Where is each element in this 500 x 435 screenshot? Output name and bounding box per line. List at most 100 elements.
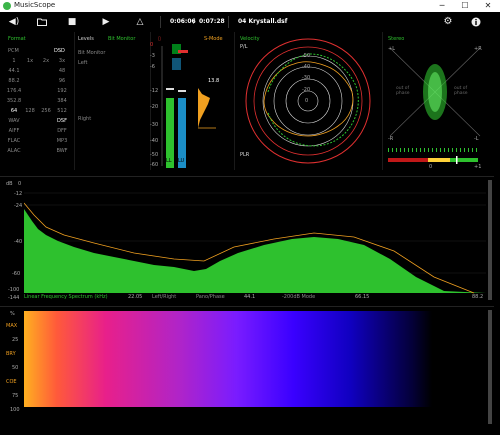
format-cell: WAV xyxy=(8,118,20,124)
spectrum-db-mode[interactable]: -200dB Mode xyxy=(282,294,315,300)
levels-panel: Levels Bit Monitor Bit Monitor Left Righ… xyxy=(74,32,151,170)
spectrum-y-144: -144 xyxy=(8,295,20,301)
correlation-bar-neg xyxy=(388,158,428,162)
format-row: WAV DSF xyxy=(4,118,76,127)
format-cell: 44.1 xyxy=(8,68,20,74)
format-cell: 96 xyxy=(58,78,66,84)
stereo-minus-l: -L xyxy=(474,136,479,142)
spectrum-mode[interactable]: Linear Frequency Spectrum (kHz) xyxy=(24,294,108,300)
meter-scale-6: -6 xyxy=(150,64,155,70)
stereo-panel: Stereo +L +R -R -L out of phase out of p… xyxy=(382,32,492,170)
meter-scale-20: -20 xyxy=(150,104,159,110)
spectrum-scrollbar[interactable] xyxy=(488,180,492,300)
velocity-panel: Velocity P/L PLR 0 -20 -30 -40 -50 xyxy=(234,32,383,170)
format-cell: 512 xyxy=(57,108,67,114)
format-dsd: DSD xyxy=(54,48,65,54)
spectrum-x-22: 22.05 xyxy=(128,294,143,300)
levels-mode[interactable]: Bit Monitor xyxy=(108,36,135,42)
toolbar: ◀) ■ ▶ △ 0:06:06 / 0:07:28 04 Krystall.d… xyxy=(0,12,500,32)
folder-icon[interactable] xyxy=(36,16,48,28)
close-button[interactable]: ✕ xyxy=(478,0,498,12)
format-cell: 176.4 xyxy=(6,88,22,94)
window-title: MusicScope xyxy=(14,1,56,9)
spectrum-y-12: -12 xyxy=(14,191,23,197)
sonogram-y-25: 25 xyxy=(12,337,19,343)
stereo-minus-r: -R xyxy=(388,136,394,142)
format-row: 44.1 48 xyxy=(4,68,76,77)
format-cell: ALAC xyxy=(7,148,21,154)
meter-scale-60: -60 xyxy=(150,162,159,168)
format-title: Format xyxy=(8,36,26,42)
format-row: 1 1x 2x 3x xyxy=(4,58,76,67)
format-cell: DFF xyxy=(57,128,67,134)
velocity-trace-orange xyxy=(263,61,354,137)
spectrum-pano-phase[interactable]: Pano/Phase xyxy=(196,294,225,300)
correlation-bar-pos xyxy=(450,158,478,162)
meter-scale-3: -3 xyxy=(150,53,155,59)
stop-icon[interactable]: ■ xyxy=(66,16,78,28)
spectrum-y-0: 0 xyxy=(18,181,22,187)
peak-mark-l xyxy=(166,88,174,90)
format-cell: DSF xyxy=(57,118,67,124)
meter-scale-40: -40 xyxy=(150,138,159,144)
play-icon[interactable]: ▶ xyxy=(100,16,112,28)
sonogram-y-coe: COE xyxy=(6,379,17,385)
stereo-out-of-phase-right: out of phase xyxy=(454,86,468,96)
info-icon[interactable] xyxy=(470,16,482,28)
spectrum-panel: dB 0 -12 -24 -40 -60 -100 -144 22.05 44.… xyxy=(0,176,494,305)
format-row: FLAC MP3 xyxy=(4,138,76,147)
title-bar: MusicScope ─ ☐ ✕ xyxy=(0,0,500,12)
maximize-button[interactable]: ☐ xyxy=(455,0,475,12)
meter-scale-50: -50 xyxy=(150,152,159,158)
spectrum-left-right[interactable]: Left/Right xyxy=(152,294,176,300)
format-row: AIFF DFF xyxy=(4,128,76,137)
format-row: 64 128 256 512 xyxy=(4,108,76,117)
velocity-trace-green xyxy=(267,53,359,147)
meter-scale-30: -30 xyxy=(150,122,159,128)
meter-scale-12: -12 xyxy=(150,88,159,94)
gear-icon[interactable]: ⚙ xyxy=(442,16,454,28)
format-cell: 88.2 xyxy=(8,78,20,84)
format-cell: AIFF xyxy=(8,128,20,134)
metronome-icon[interactable]: △ xyxy=(134,16,146,28)
toolbar-divider xyxy=(160,16,161,28)
format-cell: 48 xyxy=(58,68,66,74)
velocity-ring-20: -20 xyxy=(302,87,311,93)
format-row: 176.4 192 xyxy=(4,88,76,97)
levels-right-label: Right xyxy=(78,116,92,122)
format-row: 352.8 384 xyxy=(4,98,76,107)
spectrum-y-40: -40 xyxy=(14,239,23,245)
sonogram-image xyxy=(24,311,432,407)
correlation-plus-one: +1 xyxy=(474,164,482,170)
time-total: 0:07:28 xyxy=(199,18,225,25)
meter-channel-r: LU xyxy=(178,158,185,164)
level-histogram xyxy=(198,88,210,128)
format-cell: 192 xyxy=(57,88,67,94)
meter-channel-l: LL xyxy=(166,158,172,164)
format-row: ALAC BWF xyxy=(4,148,76,157)
volume-icon[interactable]: ◀) xyxy=(8,16,20,28)
sonogram-y-75: 75 xyxy=(12,393,19,399)
app-logo-icon xyxy=(3,2,11,10)
toolbar-divider xyxy=(228,16,229,28)
meter-scale-0: 0 xyxy=(150,42,154,48)
stereo-plus-l: +L xyxy=(388,46,395,52)
format-cell: MP3 xyxy=(56,138,68,144)
time-current: 0:06:06 xyxy=(170,18,196,25)
sonogram-panel: % MAX 25 BRY 50 COE 75 100 xyxy=(0,306,494,435)
spectrum-db-label: dB xyxy=(6,181,13,187)
levels-left-label: Left xyxy=(78,60,88,66)
velocity-ring-40: -40 xyxy=(302,64,311,70)
format-row: 88.2 96 xyxy=(4,78,76,87)
velocity-ring-30: -30 xyxy=(302,75,311,81)
level-meter-graph xyxy=(161,44,216,168)
minimize-button[interactable]: ─ xyxy=(432,0,452,12)
correlation-zero: 0 xyxy=(429,164,433,170)
spectrum-x-88: 88.2 xyxy=(472,294,484,300)
sonogram-scrollbar[interactable] xyxy=(488,310,492,424)
format-pcm: PCM xyxy=(8,48,19,54)
format-cell: FLAC xyxy=(7,138,21,144)
correlation-marker xyxy=(456,156,458,164)
spectrum-y-60: -60 xyxy=(12,271,21,277)
track-name: 04 Krystall.dsf xyxy=(238,18,288,25)
